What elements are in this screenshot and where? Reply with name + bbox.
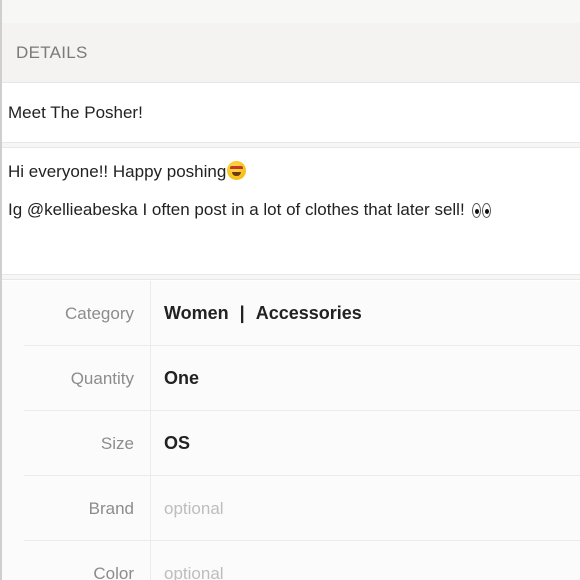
- listing-title-field[interactable]: Meet The Posher!: [2, 84, 580, 142]
- category-row[interactable]: Category Women | Accessories: [2, 281, 580, 346]
- quantity-value[interactable]: One: [164, 346, 199, 411]
- category-sub: Accessories: [255, 303, 362, 323]
- category-label: Category: [65, 303, 134, 323]
- color-row[interactable]: Color optional: [2, 541, 580, 580]
- eyes-emoji-icon: [472, 203, 492, 223]
- color-label: Color: [93, 563, 134, 580]
- listing-description-field[interactable]: Hi everyone!! Happy poshing Ig @kellieab…: [2, 148, 580, 274]
- quantity-label: Quantity: [70, 368, 134, 388]
- brand-label: Brand: [88, 498, 134, 518]
- star-struck-emoji-icon: [227, 161, 247, 180]
- description-line-2-text: Ig @kellieabeska I often post in a lot o…: [8, 200, 470, 219]
- description-line-2: Ig @kellieabeska I often post in a lot o…: [8, 200, 492, 223]
- quantity-row[interactable]: Quantity One: [2, 346, 580, 411]
- category-separator: |: [239, 303, 245, 323]
- brand-input[interactable]: optional: [164, 476, 224, 541]
- section-divider: [2, 274, 580, 280]
- color-input[interactable]: optional: [164, 541, 224, 580]
- brand-row[interactable]: Brand optional: [2, 476, 580, 541]
- section-title: DETAILS: [16, 42, 88, 62]
- size-value[interactable]: OS: [164, 411, 190, 476]
- top-strip: [2, 0, 580, 23]
- size-row[interactable]: Size OS: [2, 411, 580, 476]
- listing-title: Meet The Posher!: [8, 103, 143, 122]
- attributes-table: Category Women | Accessories Quantity On…: [2, 281, 580, 580]
- description-line-1: Hi everyone!! Happy poshing: [8, 161, 247, 182]
- description-line-1-text: Hi everyone!! Happy poshing: [8, 162, 227, 181]
- category-value[interactable]: Women | Accessories: [164, 281, 362, 346]
- size-label: Size: [100, 433, 134, 453]
- category-main: Women: [164, 303, 229, 323]
- details-section-header: DETAILS: [2, 23, 580, 83]
